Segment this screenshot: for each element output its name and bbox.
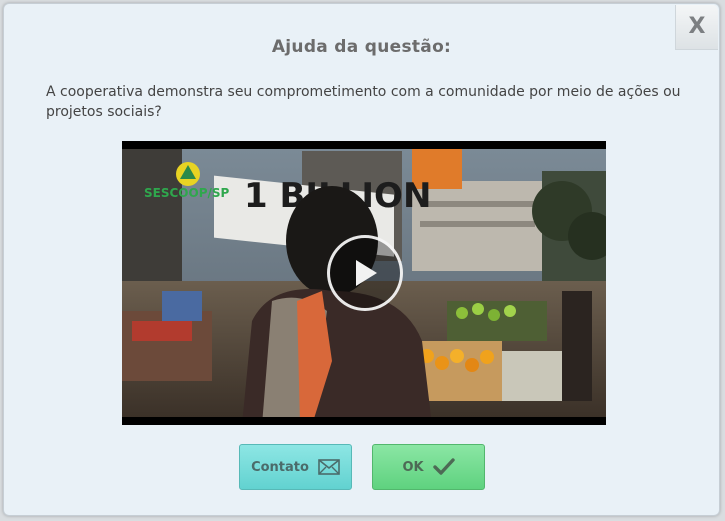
play-icon xyxy=(356,260,377,286)
close-icon: X xyxy=(688,14,706,39)
contato-button[interactable]: Contato xyxy=(239,444,352,490)
dialog-title: Ajuda da questão: xyxy=(271,37,452,57)
help-dialog: X Ajuda da questão: A cooperativa demons… xyxy=(3,3,720,516)
sescoop-logo: SESCOOP/SP xyxy=(144,186,230,200)
video-player[interactable]: 1 BILLION xyxy=(122,141,606,425)
ok-button[interactable]: OK xyxy=(372,444,485,490)
ok-label: OK xyxy=(402,459,424,475)
checkmark-icon xyxy=(432,458,455,476)
envelope-icon xyxy=(318,459,340,475)
play-button[interactable] xyxy=(327,235,403,311)
question-text: A cooperativa demonstra seu comprometime… xyxy=(46,84,681,120)
contato-label: Contato xyxy=(251,459,309,475)
